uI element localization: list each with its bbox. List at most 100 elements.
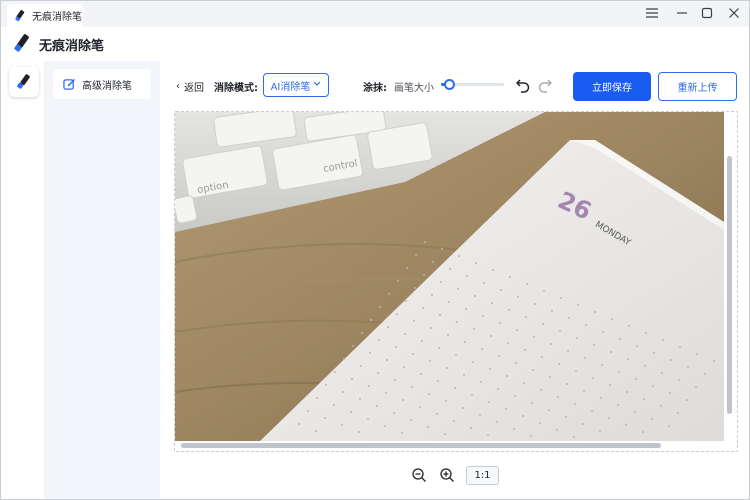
- rail-item-eraser[interactable]: [9, 67, 39, 97]
- zoom-ratio-button[interactable]: 1:1: [466, 466, 499, 485]
- grid-dot: [472, 361, 474, 363]
- grid-dot: [523, 382, 525, 384]
- grid-dot: [696, 353, 698, 355]
- grid-dot: [498, 355, 500, 357]
- grid-dot: [333, 404, 335, 406]
- grid-dot: [428, 393, 430, 395]
- grid-dot: [575, 370, 577, 372]
- grid-dot: [474, 295, 476, 297]
- grid-dot: [558, 363, 560, 365]
- brush-size-label: 画笔大小: [394, 83, 434, 94]
- grid-dot: [653, 352, 655, 354]
- grid-dot: [593, 344, 595, 346]
- grid-dot: [540, 389, 542, 391]
- grid-dot: [456, 321, 458, 323]
- grid-dot: [522, 415, 524, 417]
- grid-dot: [414, 287, 416, 289]
- grid-dot: [618, 371, 620, 373]
- save-button[interactable]: 立即保存: [573, 72, 651, 101]
- grid-dot: [361, 332, 363, 334]
- grid-dot: [453, 420, 455, 422]
- maximize-icon[interactable]: [696, 4, 718, 22]
- grid-dot: [431, 294, 433, 296]
- grid-dot: [496, 421, 498, 423]
- grid-dot: [573, 436, 575, 438]
- grid-dot: [514, 395, 516, 397]
- window-tab[interactable]: 无痕消除笔: [7, 4, 83, 27]
- grid-dot: [385, 392, 387, 394]
- grid-dot: [429, 360, 431, 362]
- grid-dot: [713, 360, 715, 362]
- grid-dot: [517, 296, 519, 298]
- reupload-button[interactable]: 重新上传: [658, 72, 737, 101]
- grid-dot: [635, 378, 637, 380]
- grid-dot: [419, 406, 421, 408]
- grid-dot: [541, 356, 543, 358]
- grid-dot: [611, 318, 613, 320]
- redo-icon[interactable]: [536, 76, 554, 94]
- vertical-scrollbar[interactable]: [727, 156, 732, 414]
- grid-dot: [384, 425, 386, 427]
- grid-dot: [454, 387, 456, 389]
- grid-dot: [609, 384, 611, 386]
- grid-dot: [421, 340, 423, 342]
- menu-item-advanced-eraser[interactable]: 高级消除笔: [53, 69, 151, 99]
- slider-thumb[interactable]: [443, 79, 455, 90]
- grid-dot: [444, 433, 446, 435]
- app-header: 无痕消除笔: [1, 27, 749, 61]
- grid-dot: [559, 330, 561, 332]
- grid-dot: [489, 368, 491, 370]
- minimize-icon[interactable]: [671, 4, 693, 22]
- zoom-out-icon[interactable]: [411, 467, 427, 483]
- close-icon[interactable]: [723, 4, 745, 22]
- grid-dot: [592, 377, 594, 379]
- grid-dot: [446, 367, 448, 369]
- hamburger-icon[interactable]: [641, 4, 663, 22]
- grid-dot: [560, 297, 562, 299]
- grid-dot: [343, 358, 345, 360]
- zoom-bar: 1:1: [160, 461, 749, 491]
- grid-dot: [413, 320, 415, 322]
- grid-dot: [594, 311, 596, 313]
- grid-dot: [412, 353, 414, 355]
- grid-dot: [626, 391, 628, 393]
- grid-dot: [401, 432, 403, 434]
- editor-toolbar: ‹ 返回 消除模式: AI消除笔 涂抹: 画笔大小 立即保存 重新上传: [160, 61, 749, 111]
- grid-dot: [515, 362, 517, 364]
- grid-dot: [499, 322, 501, 324]
- side-menu: 高级消除笔: [45, 61, 160, 499]
- grid-dot: [601, 364, 603, 366]
- grid-dot: [439, 314, 441, 316]
- grid-dot: [583, 390, 585, 392]
- grid-dot: [584, 357, 586, 359]
- grid-dot: [625, 424, 627, 426]
- photo-image[interactable]: option control 26 MONDAY: [175, 112, 724, 441]
- grid-dot: [422, 307, 424, 309]
- grid-dot: [430, 327, 432, 329]
- grid-dot: [497, 388, 499, 390]
- grid-dot: [482, 315, 484, 317]
- brush-size-slider[interactable]: [441, 79, 504, 91]
- grid-dot: [492, 269, 494, 271]
- grid-dot: [341, 424, 343, 426]
- horizontal-scrollbar[interactable]: [181, 443, 661, 448]
- grid-dot: [566, 383, 568, 385]
- undo-icon[interactable]: [514, 76, 532, 94]
- grid-dot: [662, 339, 664, 341]
- grid-dot: [405, 300, 407, 302]
- grid-dot: [394, 379, 396, 381]
- mode-select[interactable]: AI消除笔: [263, 73, 329, 97]
- grid-dot: [651, 418, 653, 420]
- back-button[interactable]: ‹ 返回: [176, 79, 204, 94]
- image-canvas[interactable]: option control 26 MONDAY: [174, 111, 738, 452]
- grid-dot: [670, 359, 672, 361]
- grid-dot: [368, 385, 370, 387]
- grid-dot: [470, 427, 472, 429]
- grid-dot: [534, 303, 536, 305]
- grid-dot: [448, 301, 450, 303]
- grid-dot: [645, 332, 647, 334]
- grid-dot: [396, 313, 398, 315]
- zoom-in-icon[interactable]: [439, 467, 455, 483]
- grid-dot: [525, 316, 527, 318]
- grid-dot: [507, 342, 509, 344]
